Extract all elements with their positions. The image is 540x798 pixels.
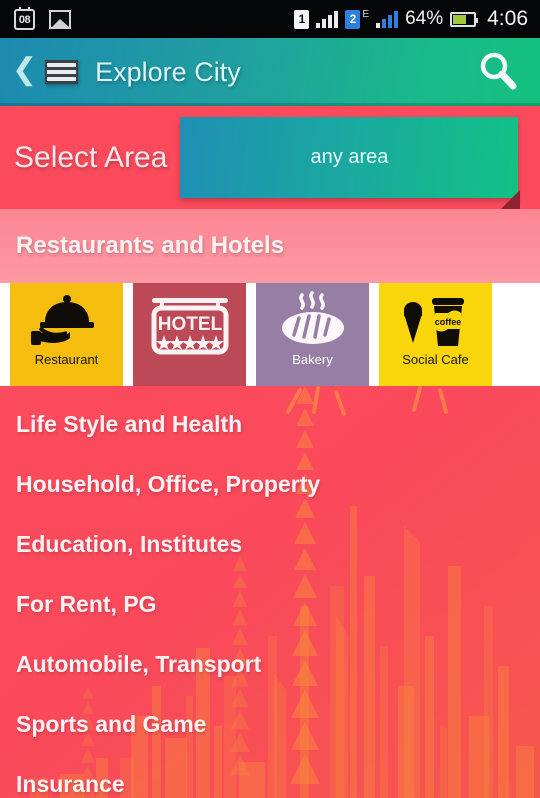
sim2-icon: 2 [345, 9, 361, 29]
category-label: Insurance [16, 770, 125, 797]
category-label: For Rent, PG [16, 590, 157, 617]
category-item-sports-and-game[interactable]: Sports and Game [16, 694, 540, 754]
section-header: Restaurants and Hotels [0, 209, 540, 283]
category-label: Automobile, Transport [16, 650, 262, 677]
hamburger-menu-icon[interactable] [45, 60, 79, 84]
tile-bakery[interactable]: Bakery [256, 283, 369, 386]
area-spinner-box[interactable]: any area [180, 117, 519, 198]
status-bar: 08 1 2 E 64% 4:06 [0, 0, 540, 38]
tile-restaurant[interactable]: Restaurant [10, 283, 123, 386]
battery-icon [450, 11, 479, 27]
tile-label: Bakery [292, 352, 333, 367]
sim2-signal-icon [376, 10, 399, 28]
category-item-education-institutes[interactable]: Education, Institutes [16, 514, 540, 574]
tile-label: Social Cafe [402, 352, 469, 367]
category-item-life-style-and-health[interactable]: Life Style and Health [16, 394, 540, 454]
sim1-signal-icon [316, 10, 339, 28]
spinner-caret-icon [500, 190, 521, 210]
page-title: Explore City [95, 56, 241, 87]
category-list[interactable]: Life Style and Health Household, Office,… [0, 386, 540, 798]
category-tile-strip[interactable]: Restaurant HOTEL Bakery coffee Social Ca… [0, 283, 540, 386]
gallery-icon [49, 9, 71, 29]
category-label: Education, Institutes [16, 530, 243, 557]
battery-percent-label: 64% [405, 8, 444, 29]
cloche-on-hand-icon [30, 289, 103, 351]
area-spinner[interactable]: any area [180, 117, 521, 210]
back-chevron-icon[interactable]: ❮ [8, 55, 43, 89]
category-label: Household, Office, Property [16, 470, 321, 497]
status-bar-clock: 4:06 [487, 7, 528, 30]
app-screen: 08 1 2 E 64% 4:06 ❮ Explore City Select … [0, 0, 540, 798]
category-list-area: Life Style and Health Household, Office,… [0, 386, 540, 798]
tile-social-cafe[interactable]: coffee Social Cafe [379, 283, 492, 386]
hotel-sign-icon: HOTEL [144, 289, 236, 365]
coffee-cup-icon: coffee [396, 289, 476, 351]
sim1-icon: 1 [294, 9, 310, 29]
tile-hotel[interactable]: HOTEL [133, 283, 246, 386]
network-type-label: E [362, 9, 370, 20]
svg-text:coffee: coffee [434, 317, 461, 327]
tile-label: Restaurant [34, 352, 99, 367]
category-item-for-rent-pg[interactable]: For Rent, PG [16, 574, 540, 634]
area-spinner-value: any area [310, 146, 389, 168]
status-bar-system: 1 2 E 64% 4:06 [294, 7, 528, 31]
search-icon[interactable] [476, 49, 522, 95]
category-item-household-office-property[interactable]: Household, Office, Property [16, 454, 540, 514]
calendar-icon: 08 [14, 6, 35, 30]
select-area-label: Select Area [14, 140, 168, 174]
category-item-insurance[interactable]: Insurance [16, 754, 540, 798]
app-bar: ❮ Explore City [0, 38, 540, 106]
category-label: Sports and Game [16, 710, 207, 737]
tile-partial-next[interactable] [502, 283, 540, 386]
svg-text:HOTEL: HOTEL [157, 314, 222, 335]
category-item-automobile-transport[interactable]: Automobile, Transport [16, 634, 540, 694]
status-bar-notifications: 08 [14, 6, 71, 30]
category-label: Life Style and Health [16, 410, 243, 437]
bread-loaf-icon [276, 289, 350, 351]
section-title: Restaurants and Hotels [16, 232, 285, 259]
select-area-bar: Select Area any area [0, 106, 540, 210]
